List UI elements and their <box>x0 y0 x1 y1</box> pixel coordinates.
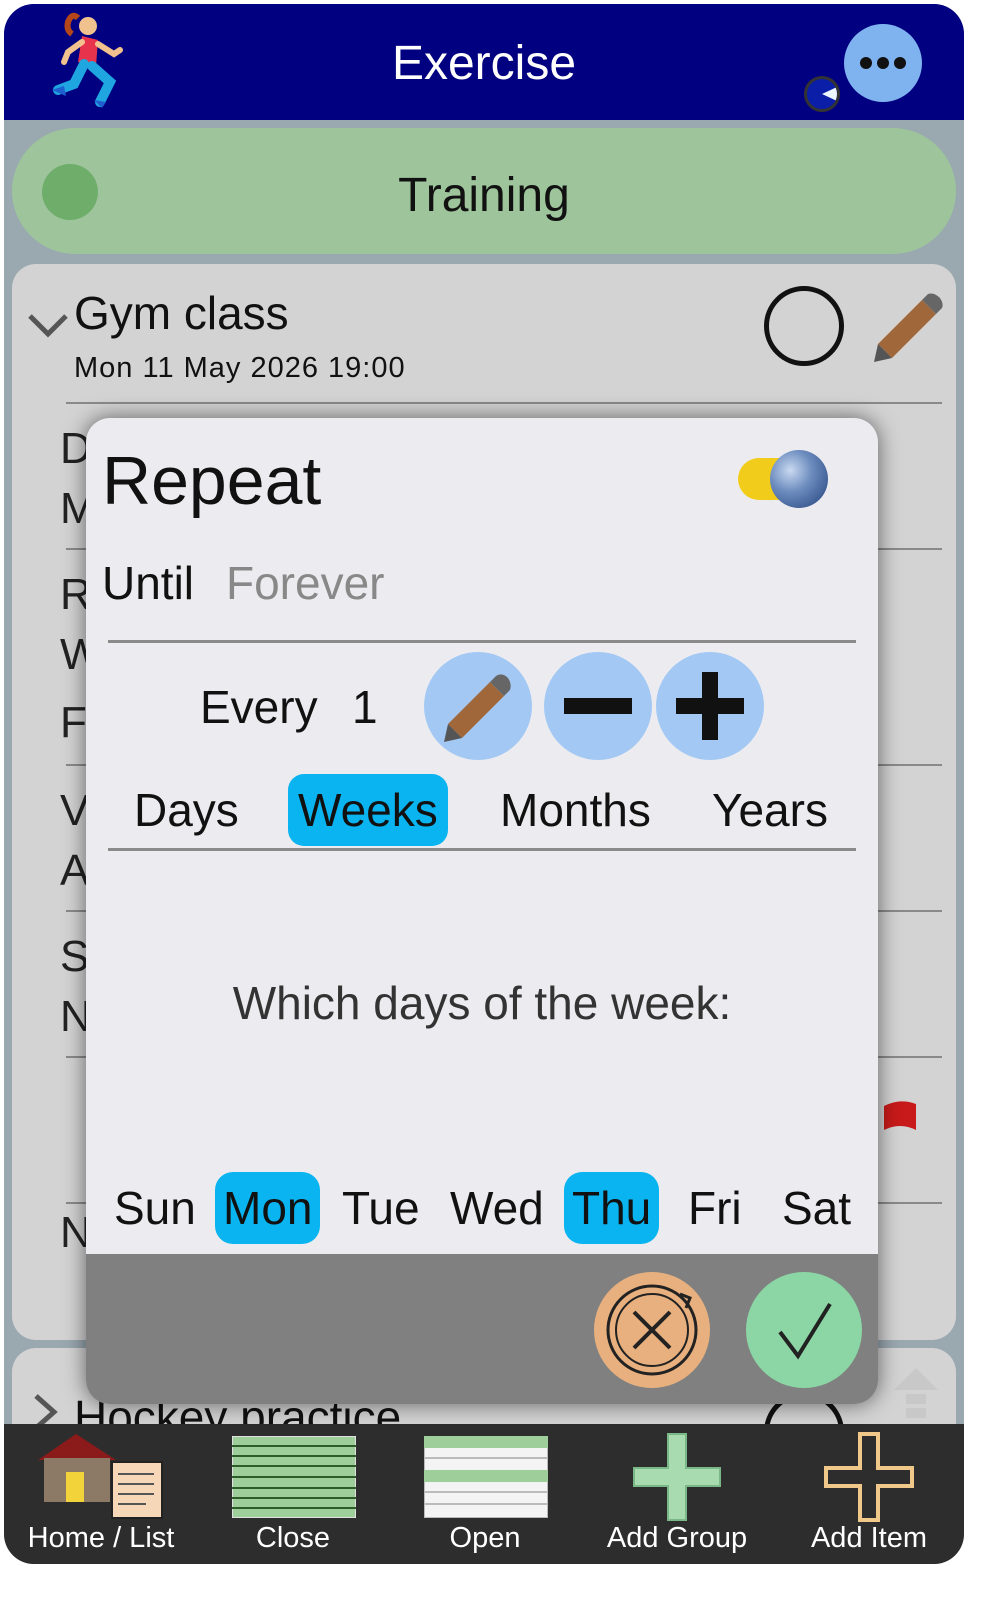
progress-icon[interactable] <box>804 76 840 112</box>
item-title: Gym class <box>74 287 289 339</box>
pencil-icon[interactable] <box>868 292 944 362</box>
dialog-title: Repeat <box>102 443 322 519</box>
minus-icon <box>564 698 632 714</box>
decrement-button[interactable] <box>544 652 652 760</box>
unit-months[interactable]: Months <box>490 774 661 846</box>
toggle-knob <box>770 450 828 508</box>
repeat-dialog: Repeat Until Forever Every 1 Days Weeks … <box>86 418 878 1404</box>
add-group-label: Add Group <box>606 1522 748 1554</box>
add-item-label: Add Item <box>810 1522 928 1554</box>
edit-interval-button[interactable] <box>424 652 532 760</box>
day-wed[interactable]: Wed <box>442 1172 552 1244</box>
add-group-button[interactable]: Add Group <box>582 1424 772 1564</box>
close-all-icon <box>232 1436 356 1518</box>
row-value: A <box>60 846 90 895</box>
move-up-icon[interactable] <box>892 1366 940 1422</box>
day-sat[interactable]: Sat <box>774 1172 859 1244</box>
home-icon <box>38 1434 163 1519</box>
add-item-button[interactable]: Add Item <box>774 1424 964 1564</box>
repeat-toggle[interactable] <box>738 450 830 508</box>
divider <box>108 848 856 851</box>
days-question: Which days of the week: <box>232 977 732 1029</box>
row-value: F <box>60 698 87 747</box>
dialog-footer <box>86 1254 878 1404</box>
more-icon <box>860 57 906 69</box>
header-bar: Exercise <box>4 4 964 120</box>
unit-weeks[interactable]: Weeks <box>288 774 448 846</box>
day-tue[interactable]: Tue <box>334 1172 428 1244</box>
close-label: Close <box>255 1522 331 1554</box>
complete-checkbox[interactable] <box>764 286 844 366</box>
more-options-button[interactable] <box>844 24 922 102</box>
confirm-button[interactable] <box>746 1272 862 1388</box>
until-value[interactable]: Forever <box>226 556 384 610</box>
day-mon[interactable]: Mon <box>215 1172 321 1244</box>
row-label: S <box>60 932 90 981</box>
item-date: Mon 11 May 2026 19:00 <box>74 352 406 384</box>
until-label: Until <box>102 557 195 609</box>
divider <box>66 402 942 404</box>
open-label: Open <box>449 1522 521 1554</box>
every-value: 1 <box>352 681 378 733</box>
cancel-button[interactable] <box>594 1272 710 1388</box>
divider <box>108 640 856 643</box>
plus-outline-icon <box>824 1432 914 1522</box>
open-button[interactable]: Open <box>390 1424 580 1564</box>
row-label: V <box>60 786 90 835</box>
checkmark-icon <box>778 1302 832 1360</box>
open-all-icon <box>424 1436 548 1518</box>
home-list-label: Home / List <box>27 1522 175 1554</box>
day-thu[interactable]: Thu <box>564 1172 660 1244</box>
unit-years[interactable]: Years <box>702 774 838 846</box>
increment-button[interactable] <box>656 652 764 760</box>
chevron-down-icon[interactable] <box>26 310 70 340</box>
close-button[interactable]: Close <box>198 1424 388 1564</box>
cancel-icon <box>606 1284 698 1376</box>
home-list-button[interactable]: Home / List <box>6 1424 196 1564</box>
plus-icon <box>676 672 744 740</box>
day-fri[interactable]: Fri <box>680 1172 750 1244</box>
bottom-toolbar: Home / List Close Open Add Group Add Ite… <box>4 1424 964 1564</box>
unit-days[interactable]: Days <box>124 774 249 846</box>
every-label: Every <box>200 681 318 733</box>
flag-icon <box>884 1101 916 1130</box>
pencil-icon <box>444 674 511 742</box>
day-sun[interactable]: Sun <box>106 1172 204 1244</box>
group-title: Training <box>398 169 570 222</box>
plus-icon <box>633 1433 721 1521</box>
group-bar-training[interactable]: Training <box>12 128 956 254</box>
